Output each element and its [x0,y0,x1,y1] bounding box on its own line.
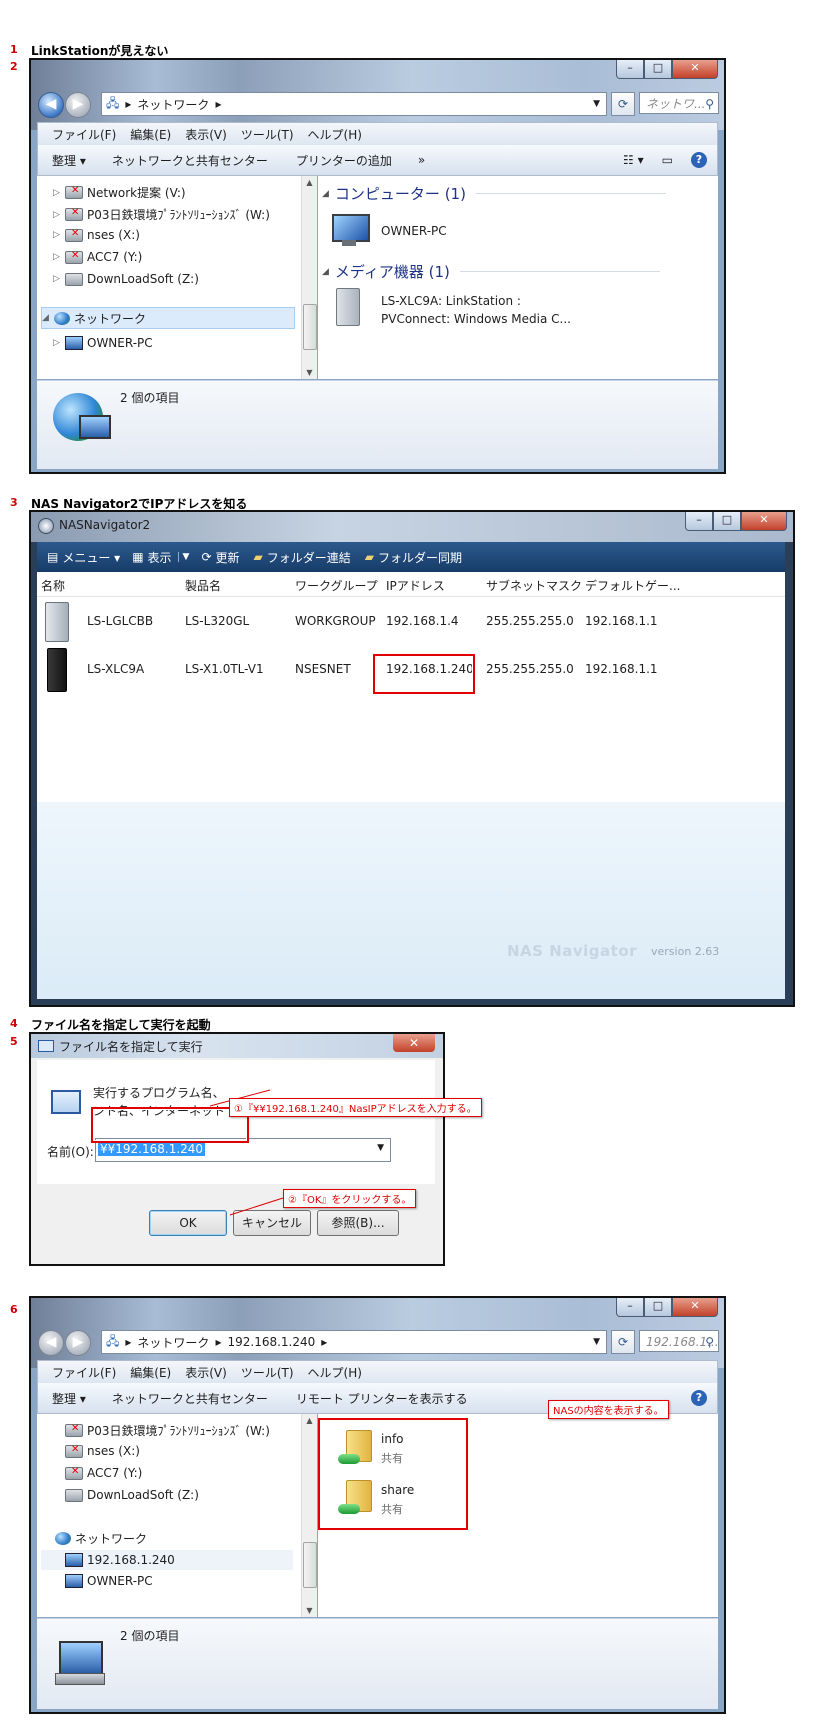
address-bar[interactable]: 🖧 ▸ ネットワーク ▸ 192.168.1.240 ▸ ▼ [101,1330,607,1354]
scroll-up-icon[interactable]: ▲ [302,1416,317,1425]
caption-buttons: – □ ✕ [616,1298,718,1317]
tree-item-nas-ip[interactable]: 192.168.1.240 [41,1550,293,1570]
computer-base-icon [55,1673,105,1685]
address-dropdown-icon[interactable]: ▼ [593,1337,600,1347]
network-icon [55,1532,71,1545]
menu-bar: ファイル(F) 編集(E) 表示(V) ツール(T) ヘルプ(H) [37,1360,718,1384]
menu-view[interactable]: 表示(V) [185,1364,227,1381]
breadcrumb-separator: ▸ [215,1335,222,1349]
tree-item-drive-x[interactable]: nses (X:) [65,1444,140,1458]
breadcrumb-separator: ▸ [125,1335,132,1349]
menu-edit[interactable]: 編集(E) [130,1364,171,1381]
drive-disconnected-icon [65,1444,83,1458]
highlight-folders [318,1418,468,1530]
organize-button[interactable]: 整理 ▾ [52,1390,86,1407]
menu-tools[interactable]: ツール(T) [241,1364,294,1381]
breadcrumb-separator: ▸ [321,1335,328,1349]
tree-item-drive-w[interactable]: P03日鉄環境ﾌﾟﾗﾝﾄｿﾘｭｰｼｮﾝｽﾞ (W:) [65,1422,270,1439]
breadcrumb-ip[interactable]: 192.168.1.240 [227,1335,315,1349]
refresh-icon[interactable]: ⟳ [611,1330,635,1354]
tree-item-drive-z[interactable]: DownLoadSoft (Z:) [65,1488,199,1502]
help-icon[interactable]: ? [691,1390,707,1406]
scroll-down-icon[interactable]: ▼ [302,1606,317,1615]
menu-file[interactable]: ファイル(F) [52,1364,116,1381]
explorer-window-nas: – □ ✕ ◀ ▶ 🖧 ▸ ネットワーク ▸ 192.168.1.240 ▸ ▼… [29,1296,726,1714]
details-pane: 2 個の項目 [37,1618,718,1709]
close-button[interactable]: ✕ [672,1298,718,1317]
drive-disconnected-icon [65,1466,83,1480]
breadcrumb-network[interactable]: ネットワーク [137,1334,209,1351]
menu-help[interactable]: ヘルプ(H) [308,1364,362,1381]
monitor-icon [59,1641,103,1675]
search-input[interactable]: 192.168.1... ⚲ [639,1330,719,1352]
view-remote-printers-button[interactable]: リモート プリンターを表示する [296,1390,468,1407]
computer-icon [65,1553,83,1567]
navigation-pane: P03日鉄環境ﾌﾟﾗﾝﾄｿﾘｭｰｼｮﾝｽﾞ (W:) nses (X:) ACC… [37,1414,307,1617]
computer-icon [65,1574,83,1588]
callout-enter-ip: ①『¥¥192.168.1.240』NasIPアドレスを入力する。 [229,1098,482,1117]
forward-button[interactable]: ▶ [65,1330,91,1356]
network-small-icon: 🖧 [106,1333,120,1348]
item-count: 2 個の項目 [120,1629,180,1643]
scroll-thumb[interactable] [303,1542,317,1588]
minimize-button[interactable]: – [616,1298,644,1317]
tree-item-network[interactable]: ネットワーク [55,1530,147,1547]
tree-item-drive-y[interactable]: ACC7 (Y:) [65,1466,142,1480]
search-icon: ⚲ [705,1335,714,1349]
maximize-button[interactable]: □ [644,1298,672,1317]
content-pane: info 共有 share 共有 [318,1414,718,1617]
callout-show-nas-contents: NASの内容を表示する。 [548,1400,669,1419]
callout-click-ok: ②『OK』をクリックする。 [283,1189,417,1208]
network-sharing-center-button[interactable]: ネットワークと共有センター [112,1390,268,1407]
drive-icon [65,1488,83,1502]
tree-item-owner-pc[interactable]: OWNER-PC [65,1574,153,1588]
back-button[interactable]: ◀ [38,1330,64,1356]
nav-scrollbar[interactable]: ▲ ▼ [301,1414,317,1617]
drive-disconnected-icon [65,1423,83,1437]
